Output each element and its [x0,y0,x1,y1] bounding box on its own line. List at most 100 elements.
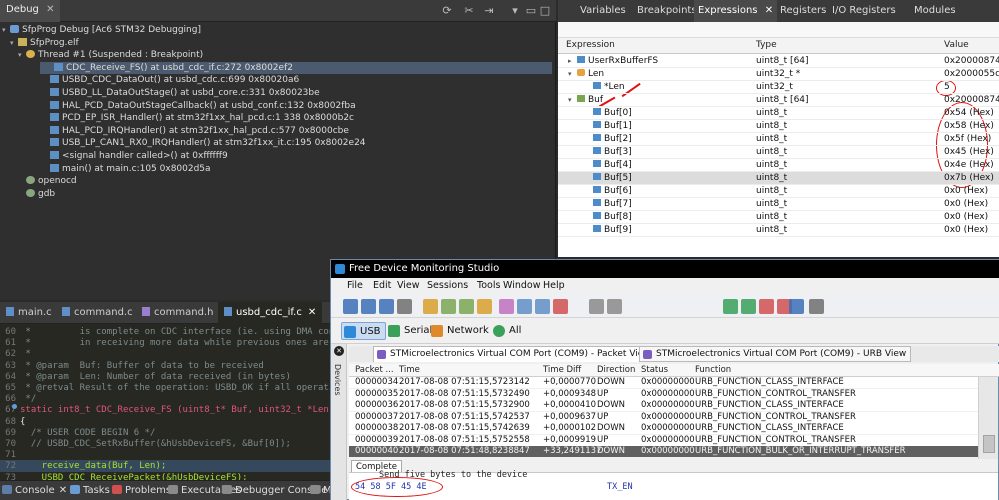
stack-frame-row[interactable]: USBD_LL_DataOutStage() at usbd_core.c:33… [42,87,320,99]
table-row[interactable]: 00000034 2017-08-08 07:51:15,5723142 +0,00… [349,377,978,388]
expression-value[interactable]: 0x0 (Hex) [944,198,988,211]
editor-tab[interactable]: command.h [136,302,219,324]
new-icon[interactable] [343,299,358,314]
expression-row[interactable]: Buf[4] uint8_t 0x4e (Hex) [558,159,999,172]
menu-sessions[interactable]: Sessions [427,280,468,291]
tab-modules[interactable]: Modules [910,0,960,22]
debug-tab[interactable]: Debug ✕ [0,0,61,22]
debug-tree-row[interactable]: ▾ Thread #1 (Suspended : Breakpoint) [18,49,203,61]
play-icon[interactable] [723,299,738,314]
maximize-icon[interactable]: □ [538,4,552,18]
editor-tab[interactable]: command.c [56,302,139,324]
column-time[interactable]: Time [399,365,420,375]
erase-icon[interactable] [589,299,604,314]
stack-frame-row[interactable]: main() at main.c:105 0x8002d5a [42,163,211,175]
help-icon[interactable] [789,299,804,314]
info-icon[interactable] [809,299,824,314]
filter-icon[interactable] [477,299,492,314]
save-all-icon[interactable] [379,299,394,314]
stack-frame-row[interactable]: HAL_PCD_DataOutStageCallback() at usbd_c… [42,100,356,112]
column-time-diff[interactable]: Time Diff [543,365,581,375]
table-row[interactable]: 00000035 2017-08-08 07:51:15,5732490 +0,00… [349,388,978,400]
table-row[interactable]: 00000036 2017-08-08 07:51:15,5732900 +0,00… [349,400,978,411]
record-icon[interactable] [741,299,756,314]
column-direction[interactable]: Direction [597,365,635,375]
bottom-tab[interactable]: Problems [112,484,171,498]
usb-mode-button[interactable]: USB [341,322,386,340]
debug-tree-row[interactable]: openocd [18,175,77,187]
expand-toggle-icon[interactable]: ▸ [568,55,577,68]
expression-row[interactable]: Buf[7] uint8_t 0x0 (Hex) [558,198,999,211]
expression-row[interactable]: *Len uint32_t 5 [558,81,999,94]
expression-value[interactable]: 5 [944,81,950,94]
expression-value[interactable]: 0x58 (Hex) [944,120,994,133]
view-menu-icon[interactable]: ▾ [508,4,522,18]
refresh-icon[interactable]: ⟳ [440,4,454,18]
tools-icon[interactable]: ✂ [462,4,476,18]
table-row[interactable]: 00000039 2017-08-08 07:51:15,5752558 +0,00… [349,434,978,446]
network-mode-button[interactable]: Network [429,322,489,340]
stack-frame-row[interactable]: HAL_PCD_IRQHandler() at stm32f1xx_hal_pc… [42,125,349,137]
serial-mode-button[interactable]: Serial [386,322,432,340]
expression-value[interactable]: 0x7b (Hex) [944,172,994,185]
pause-icon[interactable] [759,299,774,314]
expression-row[interactable]: Buf[2] uint8_t 0x5f (Hex) [558,133,999,146]
column-value[interactable]: Value [944,40,969,50]
expand-toggle-icon[interactable]: ▾ [10,37,18,49]
copy-icon[interactable] [441,299,456,314]
editor-tab[interactable]: main.c [0,302,58,324]
menu-help[interactable]: Help [543,280,565,291]
expression-value[interactable]: 0x4e (Hex) [944,159,994,172]
expression-row[interactable]: ▸ UserRxBufferFS uint8_t [64] 0x20000874 <U [558,55,999,68]
expression-row[interactable]: Buf[3] uint8_t 0x45 (Hex) [558,146,999,159]
expand-toggle-icon[interactable]: ▾ [568,94,577,107]
all-mode-button[interactable]: All [491,322,521,340]
close-icon[interactable]: ✕ [59,485,67,496]
stop-icon[interactable] [553,299,568,314]
save-icon[interactable] [361,299,376,314]
tab-urb-view[interactable]: STMicroelectronics Virtual COM Port (COM… [639,346,912,362]
debug-tree-row[interactable]: gdb [18,188,55,200]
expression-value[interactable]: 0x0 (Hex) [944,185,988,198]
expression-row[interactable]: Buf[6] uint8_t 0x0 (Hex) [558,185,999,198]
tab-expressions[interactable]: Expressions ✕ [694,0,778,22]
column-type[interactable]: Type [756,40,777,50]
window-title-bar[interactable]: Free Device Monitoring Studio [331,260,999,278]
expand-toggle-icon[interactable]: ▾ [18,49,26,61]
scrollbar-thumb[interactable] [983,435,995,453]
expression-row[interactable]: ▾ Buf uint8_t [64] 0x20000874 <U [558,94,999,107]
menu-edit[interactable]: Edit [373,280,391,291]
expression-value[interactable]: 0x0 (Hex) [944,211,988,224]
stack-frame-row[interactable]: USB_LP_CAN1_RX0_IRQHandler() at stm32f1x… [42,137,366,149]
menu-file[interactable]: File [347,280,363,291]
devices-side-panel[interactable]: ✕ Devices [331,344,347,500]
tab-registers[interactable]: Registers [776,0,830,22]
close-icon[interactable]: ✕ [46,4,54,15]
expression-value[interactable]: 0x20000874 <U [944,55,999,68]
minimize-icon[interactable]: ▭ [524,4,538,18]
table-row[interactable]: 00000038 2017-08-08 07:51:15,5742639 +0,00… [349,423,978,434]
column-packet[interactable]: Packet ... [355,365,394,375]
table-row[interactable]: 00000037 2017-08-08 07:51:15,5742537 +0,00… [349,411,978,423]
editor-tab[interactable]: usbd_cdc_if.c ✕ [218,302,323,324]
packet-table-scrollbar[interactable] [978,377,998,459]
grid-icon[interactable] [517,299,532,314]
tab-io-registers[interactable]: I/O Registers [828,0,900,22]
view-icon[interactable] [535,299,550,314]
expression-row[interactable]: Buf[9] uint8_t 0x0 (Hex) [558,224,999,237]
stack-frame-row[interactable]: USBD_CDC_DataOut() at usbd_cdc.c:699 0x8… [42,74,299,86]
expression-row[interactable]: ▾ Len uint32_t * 0x2000055c <m [558,68,999,81]
debug-tree-row[interactable]: ▾ SfpProg.elf [10,37,79,49]
print-icon[interactable] [397,299,412,314]
brush-icon[interactable] [607,299,622,314]
expression-row[interactable]: Buf[5] uint8_t 0x7b (Hex) [558,172,999,185]
stack-frame-row[interactable]: PCD_EP_ISR_Handler() at stm32f1xx_hal_pc… [42,112,354,124]
expression-value[interactable]: 0x20000874 <U [944,94,999,107]
expression-value[interactable]: 0x45 (Hex) [944,146,994,159]
bottom-tab[interactable]: Tasks [70,484,110,498]
close-icon[interactable]: ✕ [308,307,316,318]
menu-tools[interactable]: Tools [477,280,500,291]
column-function[interactable]: Function [695,365,731,375]
collapse-icon[interactable]: ⇥ [482,4,496,18]
tab-packet-view[interactable]: STMicroelectronics Virtual COM Port (COM… [373,346,671,362]
